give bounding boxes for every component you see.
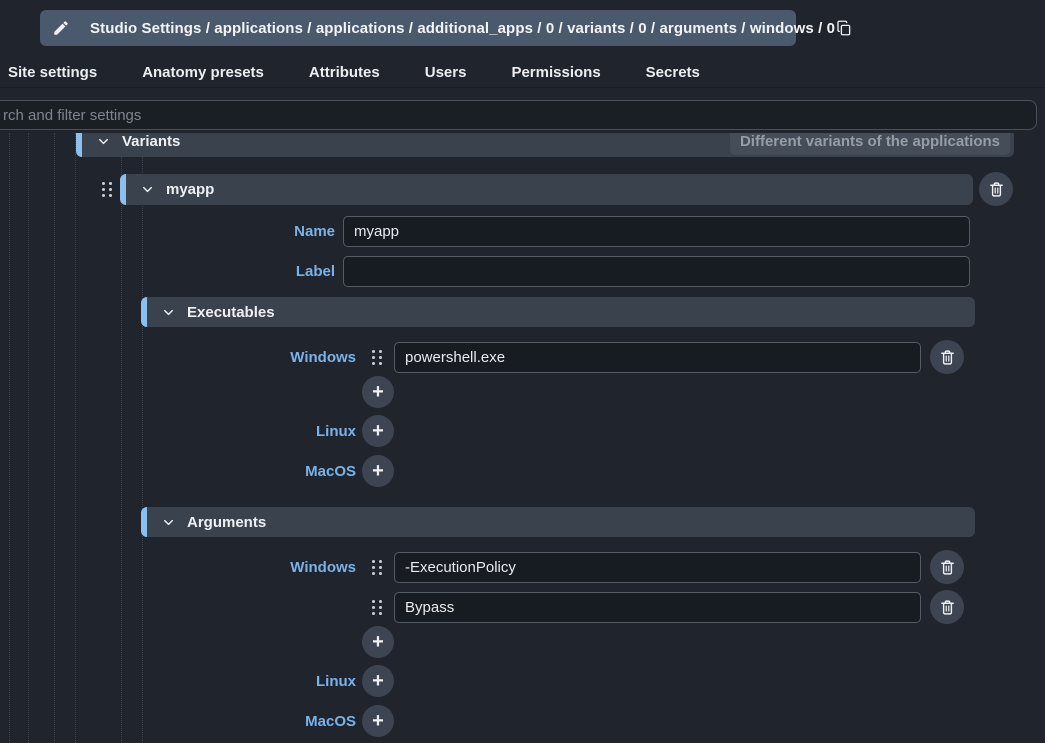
copy-button[interactable] [835, 17, 853, 39]
indent-guide [75, 133, 76, 743]
indent-guide [142, 157, 143, 743]
label-input[interactable] [343, 256, 970, 287]
variant-title: myapp [166, 181, 214, 198]
delete-item-button[interactable] [930, 340, 964, 374]
drag-handle[interactable] [371, 558, 383, 576]
indent-guide [28, 133, 29, 743]
tab-anatomy-presets[interactable]: Anatomy presets [142, 64, 264, 81]
add-linux-argument-button[interactable]: + [362, 665, 394, 697]
copy-icon [835, 19, 853, 37]
executables-windows-item-input[interactable] [394, 342, 921, 373]
label-field-label: Label [180, 256, 335, 287]
arguments-macos-label: MacOS [180, 706, 356, 738]
trash-icon [988, 181, 1005, 198]
pencil-icon[interactable] [52, 19, 70, 37]
indent-guide [121, 157, 122, 743]
arguments-section-title: Arguments [187, 514, 266, 531]
chevron-down-icon [161, 305, 176, 320]
arguments-windows-item-input[interactable] [394, 552, 921, 583]
delete-item-button[interactable] [930, 550, 964, 584]
name-field-label: Name [180, 216, 335, 247]
delete-variant-button[interactable] [979, 172, 1013, 206]
executables-section-header[interactable]: Executables [141, 297, 975, 327]
trash-icon [939, 559, 956, 576]
arguments-windows-label: Windows [180, 552, 356, 583]
tab-attributes[interactable]: Attributes [309, 64, 380, 81]
executables-windows-label: Windows [180, 342, 356, 373]
tab-site-settings[interactable]: Site settings [8, 64, 97, 81]
variants-description: Different variants of the applications [730, 133, 1010, 155]
drag-handle[interactable] [371, 348, 383, 366]
chevron-down-icon [161, 515, 176, 530]
trash-icon [939, 599, 956, 616]
drag-handle[interactable] [371, 598, 383, 616]
variant-myapp-header[interactable]: myapp [120, 174, 973, 205]
search-input[interactable] [0, 100, 1037, 130]
add-windows-executable-button[interactable]: + [362, 376, 394, 408]
studio-settings-screen: Studio Settings / applications / applica… [0, 0, 1045, 743]
indent-guide [9, 133, 10, 743]
variants-section-title: Variants [122, 133, 180, 150]
arguments-windows-item-input[interactable] [394, 592, 921, 623]
trash-icon [939, 349, 956, 366]
chevron-down-icon [96, 134, 111, 149]
chevron-down-icon [140, 182, 155, 197]
indent-guide [54, 133, 55, 743]
tab-secrets[interactable]: Secrets [646, 64, 700, 81]
drag-handle[interactable] [101, 180, 113, 198]
add-macos-executable-button[interactable]: + [362, 455, 394, 487]
executables-section-title: Executables [187, 304, 275, 321]
tab-permissions[interactable]: Permissions [511, 64, 600, 81]
delete-item-button[interactable] [930, 590, 964, 624]
name-input[interactable] [343, 216, 970, 247]
arguments-linux-label: Linux [180, 666, 356, 698]
add-windows-argument-button[interactable]: + [362, 626, 394, 658]
tab-users[interactable]: Users [425, 64, 467, 81]
variants-section-header[interactable]: Variants Different variants of the appli… [76, 133, 1014, 157]
executables-linux-label: Linux [180, 416, 356, 448]
settings-content: Variants Different variants of the appli… [0, 133, 1045, 743]
add-macos-argument-button[interactable]: + [362, 705, 394, 737]
settings-tab-bar: Site settings Anatomy presets Attributes… [0, 58, 1045, 88]
arguments-section-header[interactable]: Arguments [141, 507, 975, 537]
executables-macos-label: MacOS [180, 456, 356, 488]
breadcrumb-bar: Studio Settings / applications / applica… [40, 10, 796, 46]
breadcrumb: Studio Settings / applications / applica… [90, 20, 835, 37]
add-linux-executable-button[interactable]: + [362, 415, 394, 447]
